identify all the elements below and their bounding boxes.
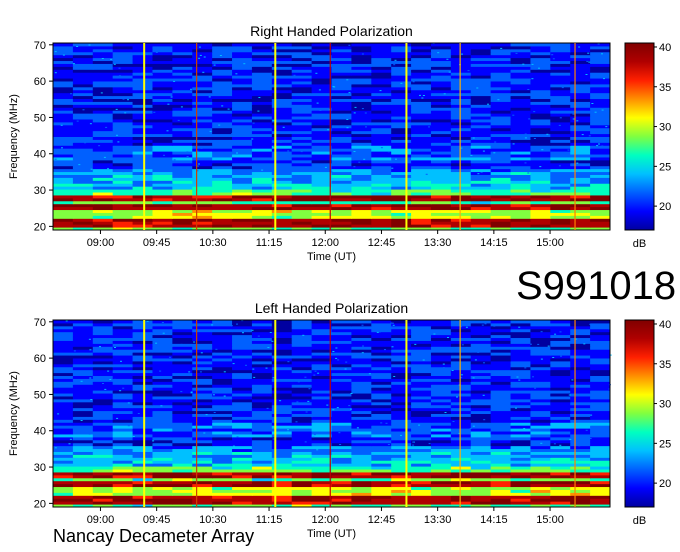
x-tick-label: 09:45 (143, 514, 171, 526)
colorbar-tick-label: 20 (659, 201, 671, 213)
y-tick-label: 40 (34, 426, 46, 438)
x-axis-label: Time (UT) (307, 528, 356, 540)
x-tick-label: 09:00 (87, 237, 115, 249)
x-tick-label: 13:30 (424, 237, 452, 249)
colorbar-unit-label: dB (633, 515, 646, 527)
x-tick-label: 10:30 (199, 237, 227, 249)
heatmap-panel-right (52, 42, 611, 231)
y-tick-label: 30 (34, 185, 46, 197)
x-tick-label: 12:45 (368, 237, 396, 249)
y-axis-label: Frequency (MHz) (8, 94, 20, 179)
y-tick-label: 50 (34, 389, 46, 401)
y-tick-label: 30 (34, 462, 46, 474)
y-tick-label: 20 (34, 498, 46, 510)
observation-id: S991018 (516, 264, 677, 308)
x-tick-label: 14:15 (480, 237, 508, 249)
y-tick-label: 40 (34, 149, 46, 161)
y-axis-label: Frequency (MHz) (8, 371, 20, 456)
x-tick-label: 11:15 (256, 237, 283, 249)
colorbar-unit-label: dB (633, 238, 646, 250)
x-tick-label: 15:00 (536, 237, 564, 249)
colorbar-tick-label: 35 (659, 82, 671, 94)
y-tick-label: 70 (34, 317, 46, 329)
y-tick-label: 60 (34, 353, 46, 365)
x-tick-label: 10:30 (199, 514, 227, 526)
heatmap-panel-left (52, 319, 612, 508)
x-axis-label: Time (UT) (307, 251, 356, 263)
x-tick-label: 13:30 (424, 514, 452, 526)
x-tick-label: 15:00 (536, 514, 564, 526)
colorbar-tick-label: 40 (659, 319, 671, 331)
colorbar-tick-label: 35 (659, 359, 671, 371)
colorbar-tick-label: 20 (659, 478, 671, 490)
x-tick-label: 12:00 (311, 237, 339, 249)
panel-title: Left Handed Polarization (255, 300, 408, 316)
y-tick-label: 60 (34, 76, 46, 88)
x-tick-label: 09:00 (87, 514, 115, 526)
x-tick-label: 12:45 (368, 514, 396, 526)
colorbar-tick-label: 30 (659, 399, 671, 411)
x-tick-label: 12:00 (311, 514, 339, 526)
colorbar-tick-label: 30 (659, 122, 671, 134)
instrument-label: Nancay Decameter Array (53, 526, 255, 546)
colorbar (624, 319, 655, 508)
colorbar-tick-label: 40 (659, 42, 671, 54)
y-tick-label: 50 (34, 112, 46, 124)
colorbar (624, 42, 655, 231)
colorbar-tick-label: 25 (659, 438, 671, 450)
panel-title: Right Handed Polarization (250, 23, 413, 39)
y-tick-label: 20 (34, 221, 46, 233)
x-tick-label: 11:15 (256, 514, 283, 526)
y-tick-label: 70 (34, 40, 46, 52)
colorbar-tick-label: 25 (659, 161, 671, 173)
x-tick-label: 09:45 (143, 237, 171, 249)
x-tick-label: 14:15 (480, 514, 508, 526)
